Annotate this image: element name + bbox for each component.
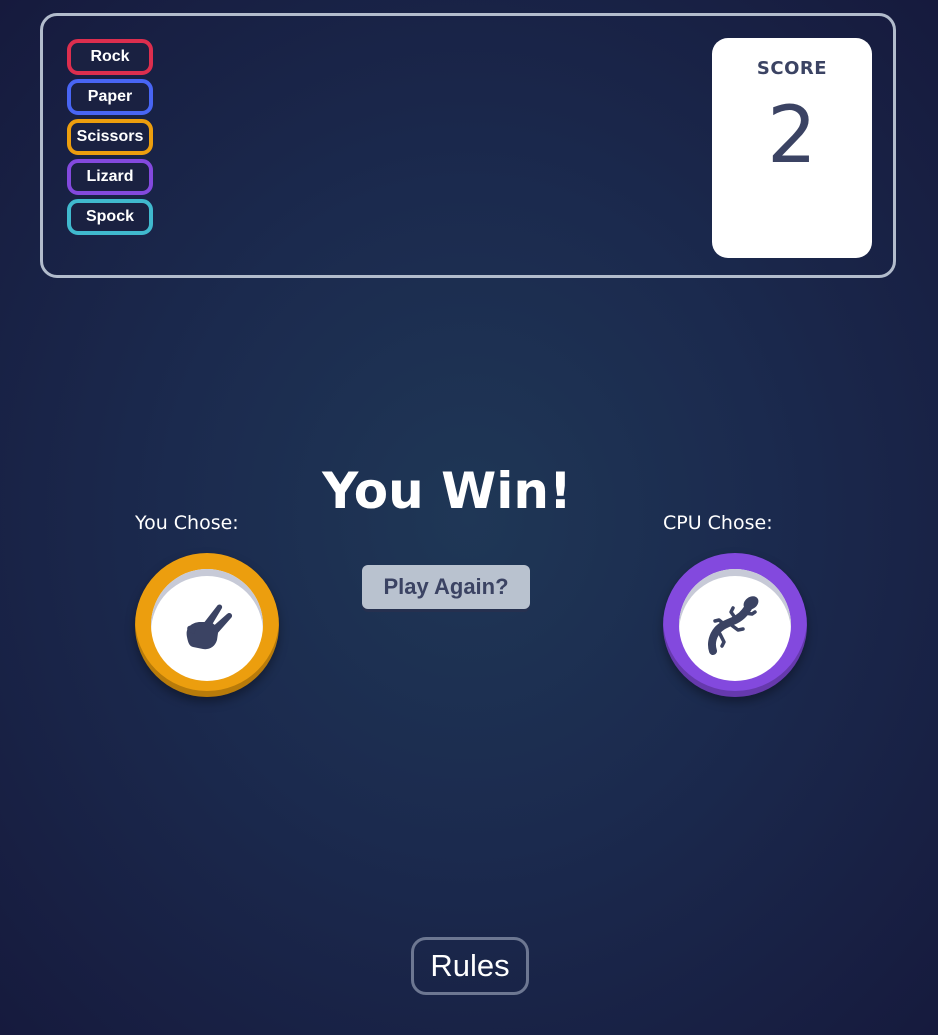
score-label: SCORE [756,58,828,79]
legend-scissors[interactable]: Scissors [67,119,153,155]
cpu-choice-label: CPU Chose: [663,512,773,534]
legend-lizard[interactable]: Lizard [67,159,153,195]
legend-paper[interactable]: Paper [67,79,153,115]
rules-button[interactable]: Rules [411,937,529,995]
choice-legend: Rock Paper Scissors Lizard Spock [67,39,153,235]
score-value: 2 [767,91,817,181]
cpu-choice-token [663,553,807,697]
result-text: You Win! [322,462,572,520]
score-box: SCORE 2 [712,38,872,258]
player-choice-token [135,553,279,697]
lizard-icon [708,596,759,655]
play-again-button[interactable]: Play Again? [362,565,530,609]
header: Rock Paper Scissors Lizard Spock SCORE 2 [40,13,896,278]
legend-spock[interactable]: Spock [67,199,153,235]
legend-rock[interactable]: Rock [67,39,153,75]
scissors-hand-icon [186,604,233,650]
